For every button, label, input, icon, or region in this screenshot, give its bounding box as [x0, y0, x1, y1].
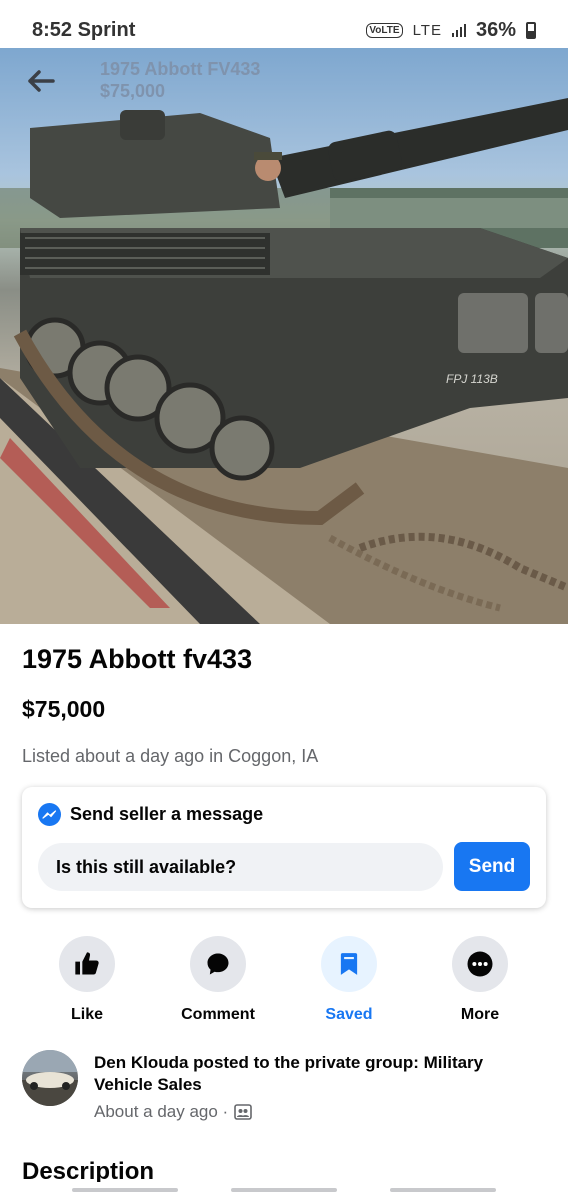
action-bar: Like Comment Saved More — [0, 936, 568, 1026]
saved-button[interactable]: Saved — [294, 936, 404, 1024]
like-icon-circle[interactable] — [59, 936, 115, 992]
volte-icon: VoLTE — [366, 22, 403, 38]
nav-bar-hint — [0, 1182, 568, 1200]
group-icon — [234, 1104, 253, 1120]
plate-text: FPJ 113B — [446, 372, 498, 386]
listing-price: $75,000 — [22, 696, 106, 722]
thumbs-up-icon — [75, 952, 99, 975]
back-arrow-icon[interactable] — [26, 66, 56, 96]
signal-icon — [451, 23, 466, 37]
saved-icon-circle[interactable] — [321, 936, 377, 992]
listing-photo[interactable]: FPJ 113B — [0, 48, 568, 624]
more-button[interactable]: More — [425, 936, 535, 1024]
more-label: More — [460, 1006, 500, 1023]
tank-illustration: FPJ 113B — [0, 98, 568, 624]
comment-icon — [207, 953, 229, 975]
comment-label: Comment — [181, 1006, 255, 1023]
more-icon-circle[interactable] — [452, 936, 508, 992]
avatar[interactable] — [22, 1050, 78, 1106]
post-text: Den Klouda posted to the private group: … — [94, 1053, 484, 1094]
like-label: Like — [70, 1006, 103, 1023]
bookmark-icon — [340, 953, 358, 975]
message-header-label: Send seller a message — [70, 804, 264, 824]
more-icon — [467, 951, 493, 977]
post-time: About a day ago · — [94, 1102, 253, 1122]
message-card: Send seller a message Is this still avai… — [22, 787, 546, 908]
network-type: LTE — [412, 21, 442, 39]
listing-meta: Listed about a day ago in Coggon, IA — [22, 746, 319, 766]
header-overlay: 1975 Abbott FV433 $75,000 — [100, 58, 260, 102]
messenger-icon — [38, 803, 61, 826]
like-button[interactable]: Like — [32, 936, 142, 1024]
send-button[interactable]: Send — [454, 842, 530, 891]
header-price: $75,000 — [100, 81, 166, 101]
post-time-label: About a day ago · — [94, 1102, 229, 1121]
saved-label: Saved — [325, 1006, 373, 1023]
listing-title: 1975 Abbott fv433 — [22, 644, 253, 674]
header-title: 1975 Abbott FV433 — [100, 59, 261, 79]
status-time: 8:52 Sprint — [32, 18, 136, 41]
message-input[interactable]: Is this still available? — [38, 843, 443, 891]
comment-button[interactable]: Comment — [163, 936, 273, 1024]
battery-icon — [526, 21, 536, 39]
status-indicators: VoLTE LTE 36% — [366, 19, 536, 42]
battery-percent: 36% — [475, 18, 516, 41]
message-header: Send seller a message — [38, 803, 263, 826]
comment-icon-circle[interactable] — [190, 936, 246, 992]
